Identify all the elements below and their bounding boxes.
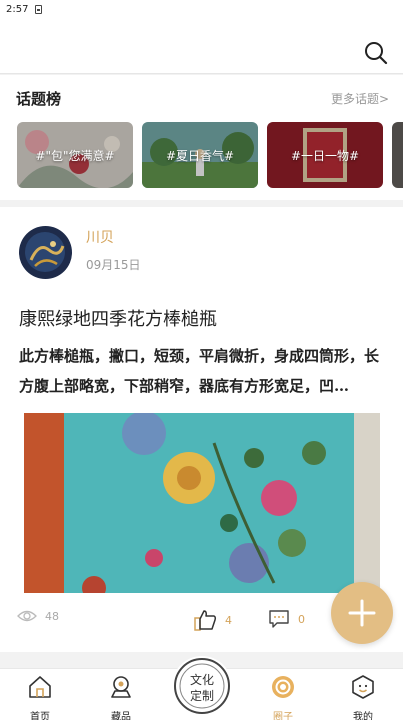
comments-count: 0 bbox=[298, 612, 305, 626]
tab-circle[interactable]: 圈子 bbox=[243, 669, 323, 720]
plus-icon bbox=[348, 599, 376, 627]
search-icon bbox=[365, 42, 388, 65]
topic-image bbox=[392, 122, 403, 188]
tab-profile[interactable]: 我的 bbox=[323, 669, 403, 720]
center-label-top: 文化 bbox=[190, 672, 214, 687]
notification-icon bbox=[35, 4, 43, 14]
create-post-button[interactable] bbox=[331, 582, 393, 644]
tab-label: 首页 bbox=[30, 712, 50, 720]
topic-card-partial[interactable] bbox=[392, 122, 403, 188]
avatar-image bbox=[19, 226, 72, 279]
topics-title: 话题榜 bbox=[16, 90, 62, 108]
eye-icon bbox=[17, 610, 37, 622]
search-button[interactable] bbox=[363, 40, 389, 66]
topic-card-summer[interactable]: #夏日香气# bbox=[142, 122, 258, 188]
profile-icon bbox=[352, 675, 374, 699]
topic-card-daily[interactable]: #一日一物# bbox=[267, 122, 383, 188]
top-bar bbox=[0, 18, 403, 74]
author-name[interactable]: 川贝 bbox=[86, 227, 114, 247]
tab-label: 我的 bbox=[353, 712, 373, 720]
culture-custom-icon: 文化 定制 bbox=[174, 658, 230, 714]
tab-label: 藏品 bbox=[111, 712, 131, 720]
status-bar: 2:57 bbox=[0, 0, 403, 18]
post-photo bbox=[24, 413, 380, 593]
comment-icon bbox=[269, 610, 289, 628]
topics-section: 话题榜 更多话题> #"包"您满意# #夏日香气# #一日一物# bbox=[0, 75, 403, 200]
likes-count: 4 bbox=[225, 613, 232, 627]
center-label-bottom: 定制 bbox=[190, 688, 214, 703]
views-count: 48 bbox=[45, 609, 59, 623]
thumbs-up-icon bbox=[194, 610, 217, 631]
more-topics-link[interactable]: 更多话题> bbox=[331, 90, 389, 107]
topic-label: #一日一物# bbox=[290, 148, 360, 163]
home-icon bbox=[29, 676, 51, 698]
post-image[interactable] bbox=[24, 413, 380, 593]
topic-label: #夏日香气# bbox=[165, 148, 235, 163]
post-body[interactable]: 此方棒槌瓶，撇口，短颈，平肩微折，身成四筒形，长方腹上部略宽，下部稍窄，器底有方… bbox=[19, 341, 384, 401]
status-time: 2:57 bbox=[6, 3, 29, 15]
comment-button[interactable]: 0 bbox=[268, 609, 305, 629]
collection-icon bbox=[111, 676, 131, 698]
culture-custom-button[interactable]: 文化 定制 bbox=[172, 656, 232, 716]
avatar[interactable] bbox=[19, 226, 72, 279]
tab-home[interactable]: 首页 bbox=[0, 669, 80, 720]
topic-label: #"包"您满意# bbox=[35, 148, 115, 163]
tab-label: 圈子 bbox=[273, 712, 293, 720]
circle-icon bbox=[272, 676, 294, 698]
post-date: 09月15日 bbox=[86, 258, 141, 272]
like-button[interactable]: 4 bbox=[193, 609, 232, 631]
topic-card-bao[interactable]: #"包"您满意# bbox=[17, 122, 133, 188]
views-stat: 48 bbox=[17, 609, 59, 623]
post-title[interactable]: 康熙绿地四季花方棒槌瓶 bbox=[19, 305, 217, 331]
post-card[interactable]: 川贝 09月15日 康熙绿地四季花方棒槌瓶 此方棒槌瓶，撇口，短颈，平肩微折，身… bbox=[0, 207, 403, 652]
tab-collection[interactable]: 藏品 bbox=[81, 669, 161, 720]
